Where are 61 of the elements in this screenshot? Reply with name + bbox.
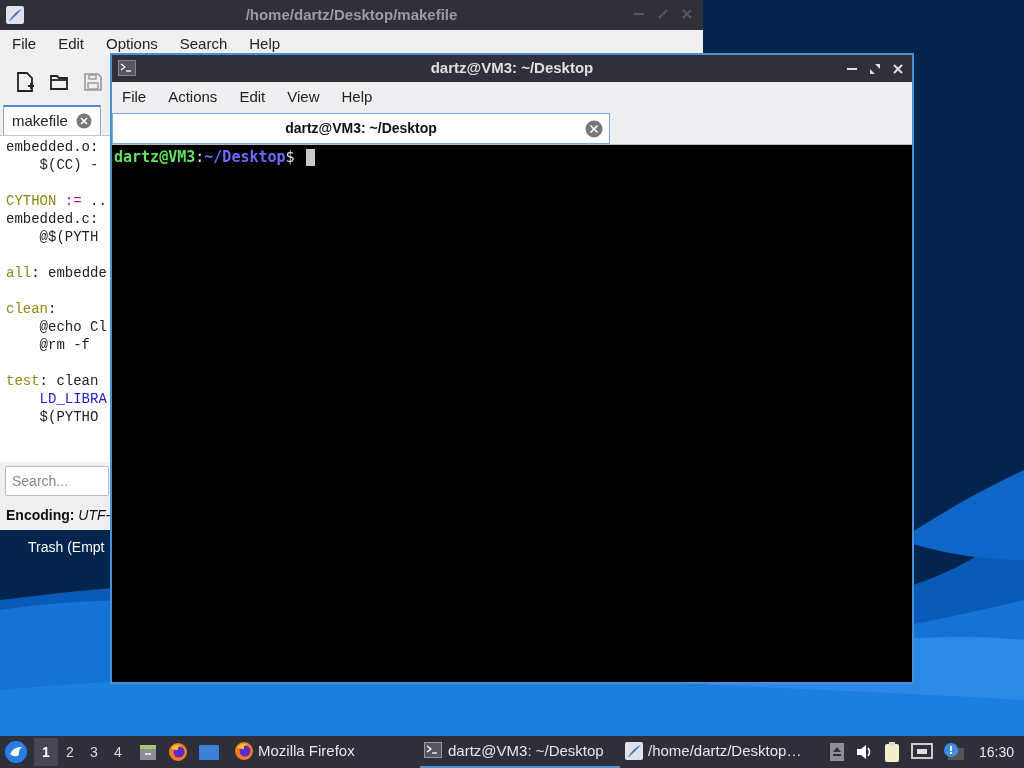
terminal-app-icon: [118, 60, 136, 76]
window-title: dartz@VM3: ~/Desktop: [429, 58, 595, 79]
menu-item[interactable]: File: [122, 85, 147, 109]
desktop-icon-label[interactable]: Trash (Empt: [28, 537, 105, 558]
close-icon: [892, 63, 904, 75]
search-field[interactable]: Search...: [5, 466, 109, 496]
menu-item[interactable]: Search: [179, 32, 228, 56]
code-line: embedded.o:: [6, 139, 99, 155]
text-editor-icon: [624, 741, 644, 761]
code-line: LD_LIBRA: [38, 391, 107, 407]
menu-item[interactable]: Actions: [168, 85, 218, 109]
clock: 16:30: [978, 742, 1014, 762]
code-line: @echo Cl: [38, 319, 107, 335]
editor-app-icon: [5, 5, 25, 25]
terminal-icon: [424, 741, 444, 761]
window-title: /home/dartz/Desktop/makefile: [244, 4, 459, 25]
terminal-tab[interactable]: dartz@VM3: ~/Desktop: [112, 113, 610, 144]
file-cabinet-icon: [138, 742, 158, 762]
taskbar-button[interactable]: dartz@VM3: ~/Desktop: [420, 736, 620, 768]
workspace-button[interactable]: 3: [82, 738, 106, 766]
workspace-button[interactable]: 4: [106, 738, 130, 766]
close-icon: [75, 113, 92, 129]
text-cursor: [305, 148, 315, 166]
window-icon: [198, 743, 220, 761]
close-icon: [585, 120, 603, 138]
new-file-icon: [15, 71, 35, 93]
document-tab[interactable]: makefile: [3, 105, 101, 135]
speaker-icon: [854, 743, 873, 761]
code-line: @$(PYTH: [38, 229, 99, 245]
menu-item[interactable]: Help: [341, 85, 373, 109]
start-menu-icon: [4, 740, 28, 764]
code-line: @rm -f: [38, 337, 90, 353]
workspace-button[interactable]: 2: [58, 738, 82, 766]
menu-item[interactable]: File: [12, 32, 37, 56]
workspace-button[interactable]: 1: [34, 738, 58, 766]
folder-icon: [49, 72, 69, 92]
code-line: test: clean: [6, 373, 99, 389]
firefox-icon: [234, 741, 254, 761]
taskbar-button[interactable]: Mozilla Firefox: [230, 736, 420, 768]
code-line: $(PYTHO: [38, 409, 99, 425]
prompt-text: dartz@VM3:~/Desktop$: [114, 147, 295, 167]
save-icon: [83, 72, 103, 92]
clipboard-icon: [882, 741, 901, 763]
network-icon: [910, 742, 933, 762]
menu-item[interactable]: Help: [249, 32, 281, 56]
maximize-icon: [657, 8, 669, 20]
code-line: $(CC) -: [38, 157, 99, 173]
notification-icon: [942, 742, 965, 762]
taskbar-button[interactable]: /home/dartz/Desktop…: [620, 736, 820, 768]
menu-item[interactable]: Options: [106, 32, 158, 56]
code-line: clean:: [6, 301, 57, 317]
status-text: Encoding: UTF-: [6, 505, 111, 525]
code-line: embedded.c:: [6, 211, 99, 227]
firefox-icon: [168, 742, 188, 762]
code-line: all: embedde: [6, 265, 107, 281]
maximize-icon: [869, 63, 881, 75]
menu-item[interactable]: Edit: [58, 32, 85, 56]
menu-item[interactable]: View: [287, 85, 320, 109]
code-line: CYTHON := ..: [6, 193, 107, 209]
menu-item[interactable]: Edit: [239, 85, 266, 109]
close-icon: [681, 8, 693, 20]
